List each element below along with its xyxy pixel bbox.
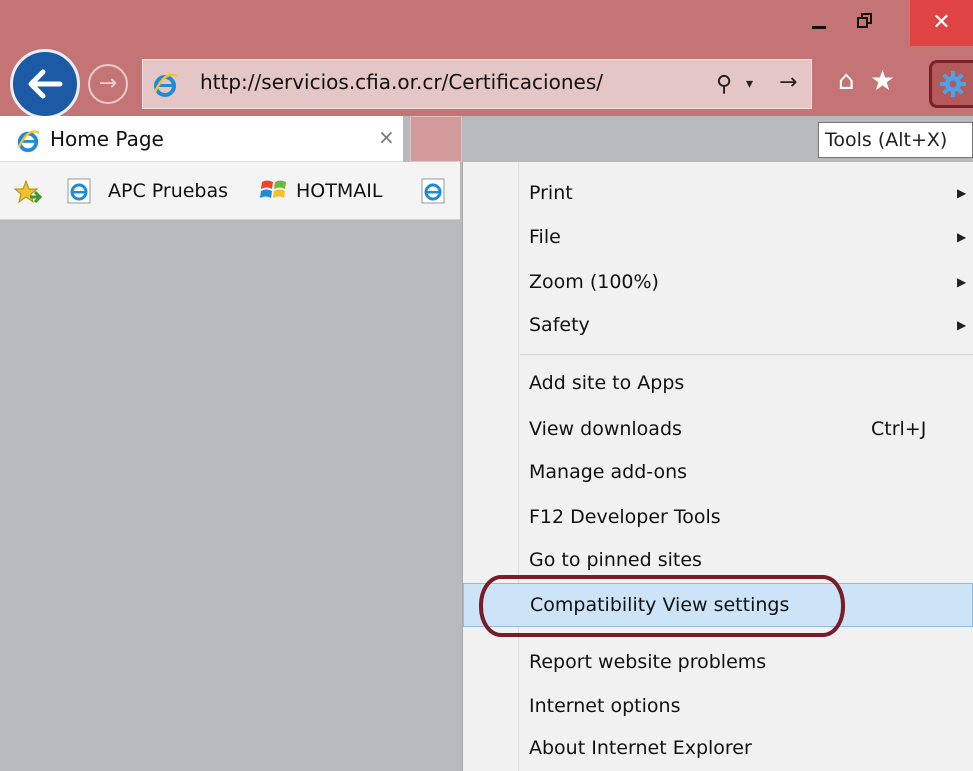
menu-item-label: Zoom (100%) bbox=[529, 271, 659, 293]
submenu-arrow-icon: ▶ bbox=[957, 230, 967, 244]
menu-item-label: Manage add-ons bbox=[529, 461, 688, 483]
menu-item-view-downloads[interactable]: View downloads Ctrl+J bbox=[463, 408, 973, 452]
menu-item-label: View downloads bbox=[529, 418, 682, 440]
menu-item-label: Safety bbox=[529, 314, 590, 336]
menu-item-add-site-to-apps[interactable]: Add site to Apps bbox=[463, 362, 973, 406]
chevron-down-icon[interactable]: ▾ bbox=[746, 76, 753, 92]
menu-separator bbox=[520, 354, 973, 355]
home-icon[interactable]: ⌂ bbox=[838, 66, 855, 96]
close-window-button[interactable]: ✕ bbox=[910, 0, 973, 46]
gear-icon bbox=[939, 71, 966, 97]
menu-item-label: Print bbox=[529, 182, 573, 204]
back-arrow-icon bbox=[28, 69, 63, 99]
menu-item-label: Add site to Apps bbox=[529, 372, 685, 394]
menu-item-label: Go to pinned sites bbox=[529, 549, 702, 571]
menu-item-report-website-problems[interactable]: Report website problems bbox=[463, 641, 973, 685]
tab-label: Home Page bbox=[50, 127, 164, 151]
menu-item-safety[interactable]: Safety ▶ bbox=[463, 304, 973, 348]
menu-item-label: Report website problems bbox=[529, 651, 767, 673]
menu-item-manage-add-ons[interactable]: Manage add-ons bbox=[463, 451, 973, 495]
menu-item-zoom[interactable]: Zoom (100%) ▶ bbox=[463, 261, 973, 305]
tab-close-icon[interactable]: × bbox=[378, 125, 395, 149]
menu-item-about-internet-explorer[interactable]: About Internet Explorer bbox=[463, 727, 973, 771]
address-url[interactable]: http://servicios.cfia.or.cr/Certificacio… bbox=[200, 70, 603, 94]
menu-item-internet-options[interactable]: Internet options bbox=[463, 685, 973, 729]
go-arrow-icon[interactable]: → bbox=[779, 70, 797, 95]
restore-button[interactable] bbox=[853, 9, 879, 35]
ie-icon bbox=[152, 72, 178, 102]
minimize-button[interactable] bbox=[812, 26, 826, 29]
add-to-favorites-icon[interactable] bbox=[13, 179, 43, 208]
search-icon[interactable]: ⚲ bbox=[716, 72, 732, 97]
new-tab-button[interactable] bbox=[410, 116, 462, 162]
menu-item-label: F12 Developer Tools bbox=[529, 506, 721, 528]
menu-item-file[interactable]: File ▶ bbox=[463, 216, 973, 260]
submenu-arrow-icon: ▶ bbox=[957, 275, 967, 289]
tools-tooltip: Tools (Alt+X) bbox=[818, 122, 973, 158]
menu-item-shortcut: Ctrl+J bbox=[871, 418, 927, 440]
menu-item-label: File bbox=[529, 226, 561, 248]
menu-item-f12-developer-tools[interactable]: F12 Developer Tools bbox=[463, 496, 973, 540]
ie-icon bbox=[16, 129, 40, 157]
ie-page-icon[interactable] bbox=[420, 177, 448, 209]
favorites-star-icon[interactable]: ★ bbox=[870, 64, 895, 97]
menu-item-print[interactable]: Print ▶ bbox=[463, 172, 973, 216]
windows-flag-icon bbox=[260, 178, 288, 206]
favorite-apc-pruebas[interactable]: APC Pruebas bbox=[108, 180, 228, 202]
submenu-arrow-icon: ▶ bbox=[957, 186, 967, 200]
forward-button[interactable]: → bbox=[88, 64, 128, 104]
ie-page-icon bbox=[66, 177, 94, 209]
menu-item-label: Internet options bbox=[529, 695, 681, 717]
submenu-arrow-icon: ▶ bbox=[957, 318, 967, 332]
tools-gear-button[interactable] bbox=[929, 60, 973, 108]
back-button[interactable] bbox=[10, 49, 80, 119]
favorite-hotmail[interactable]: HOTMAIL bbox=[296, 180, 382, 202]
menu-item-label: About Internet Explorer bbox=[529, 737, 752, 759]
annotation-highlight-ring bbox=[479, 575, 845, 637]
